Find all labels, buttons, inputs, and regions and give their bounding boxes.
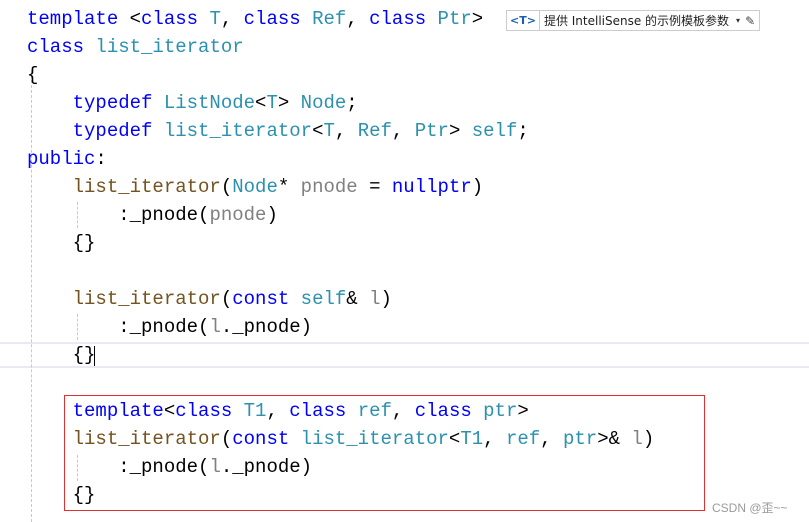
code-token: Node [300,92,347,114]
code-token: > [448,120,472,142]
code-token: ( [220,176,233,198]
code-token: Ptr [437,8,472,30]
code-token: typedef [72,92,164,114]
code-token: {} [27,344,96,366]
code-line[interactable]: template <class T, class Ref, class Ptr> [27,5,483,33]
chevron-down-icon[interactable]: ▾ [733,16,743,25]
code-token: l [369,288,381,310]
code-token: self [471,120,518,142]
code-token: typedef [72,120,164,142]
code-line[interactable]: {} [27,229,96,257]
code-token: :_pnode( [27,204,210,226]
code-token: ; [346,92,358,114]
code-token: , [391,120,415,142]
code-token: ) [471,176,484,198]
code-token: < [255,92,267,114]
code-token: & [346,288,370,310]
code-line[interactable]: typedef ListNode<T> Node; [27,89,358,117]
code-token: ( [220,288,233,310]
code-token: class [243,8,313,30]
code-token: {} [27,232,96,254]
code-token: list_iterator [95,36,244,58]
code-token: T [323,120,335,142]
code-line[interactable]: :_pnode(pnode) [27,201,278,229]
code-line[interactable]: :_pnode(l._pnode) [27,313,312,341]
code-token: list_iterator [72,176,221,198]
code-token: pnode [209,204,267,226]
intellisense-hint-label: 提供 IntelliSense 的示例模板参数 [543,14,730,28]
code-token: , [334,120,358,142]
code-token: ._pnode) [220,316,313,338]
code-token: = [357,176,392,198]
code-token: list_iterator [72,288,221,310]
code-token: pnode [300,176,358,198]
code-token: > [277,92,301,114]
code-token: ) [266,204,278,226]
code-token: { [27,64,39,86]
code-line[interactable]: typedef list_iterator<T, Ref, Ptr> self; [27,117,529,145]
current-line-highlight [0,342,809,368]
code-line[interactable]: class list_iterator [27,33,244,61]
template-tag-icon: <T> [507,11,540,30]
code-token: Ref [312,8,347,30]
code-line[interactable]: public: [27,145,107,173]
code-token: self [300,288,347,310]
code-token: T [209,8,221,30]
code-token: * [277,176,301,198]
code-token: Ref [357,120,392,142]
code-editor[interactable]: template <class T, class Ref, class Ptr>… [0,0,809,522]
watermark: CSDN @歪~~ [712,501,788,515]
code-token: : [95,148,107,170]
code-token: Node [232,176,278,198]
code-token: , [220,8,244,30]
intellisense-template-hint[interactable]: <T> 提供 IntelliSense 的示例模板参数 ▾ ✎ [506,10,761,31]
edit-pencil-icon[interactable]: ✎ [743,14,759,28]
code-token: < [129,8,142,30]
code-token: ListNode [163,92,256,114]
code-token: class [141,8,210,30]
code-token: const [232,288,301,310]
code-token: public [27,148,96,170]
code-token: template [27,8,130,30]
code-token: Ptr [414,120,449,142]
code-token: > [471,8,484,30]
text-caret [94,346,95,366]
code-token: ) [380,288,392,310]
code-token: class [27,36,96,58]
highlight-box [64,395,705,511]
code-token: class [369,8,438,30]
code-token: list_iterator [163,120,313,142]
code-token: ; [517,120,529,142]
code-token: T [266,92,278,114]
code-token: nullptr [391,176,472,198]
code-line[interactable]: list_iterator(Node* pnode = nullptr) [27,173,484,201]
code-line[interactable]: list_iterator(const self& l) [27,285,392,313]
code-line[interactable]: {} [27,341,96,369]
code-token: , [346,8,370,30]
code-line[interactable]: { [27,61,38,89]
code-token: l [209,316,221,338]
code-token: < [312,120,324,142]
code-token: :_pnode( [27,316,210,338]
